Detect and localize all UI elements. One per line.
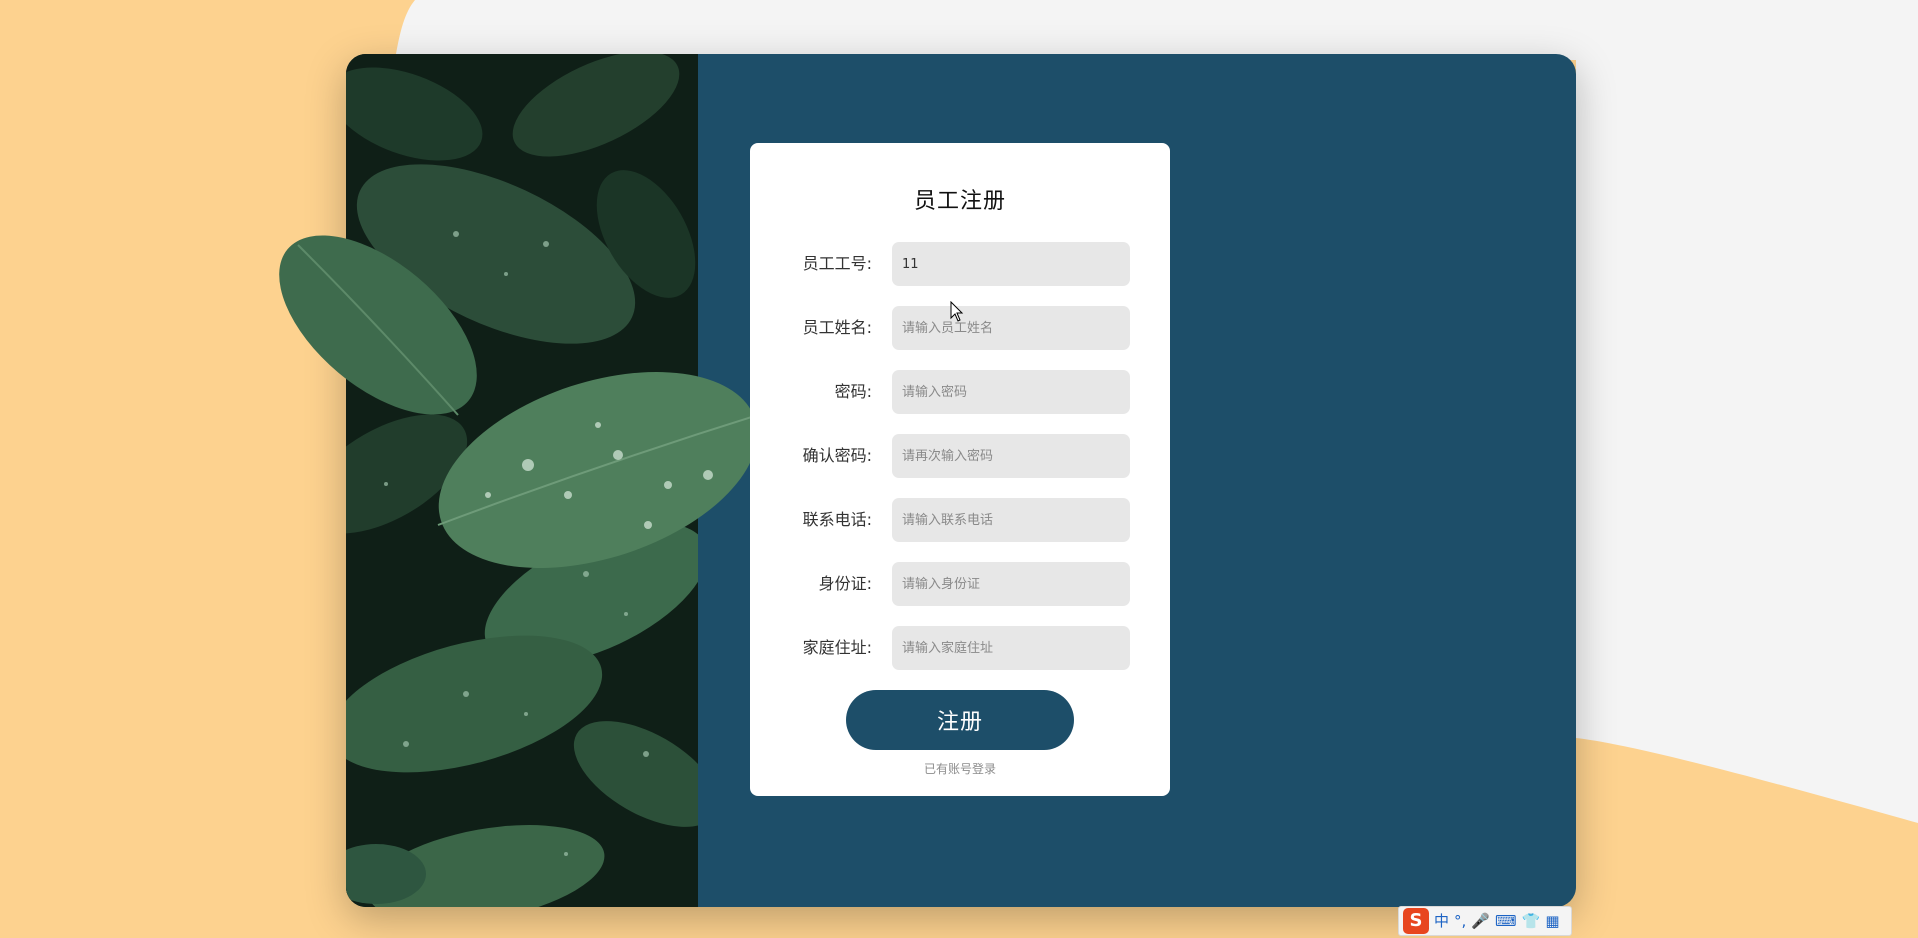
employee-name-label: 员工姓名: [802, 318, 872, 337]
password-label: 密码: [834, 382, 872, 401]
field-password: 密码: [750, 370, 1170, 414]
field-employee-id: 员工工号: [750, 242, 1170, 286]
register-button[interactable]: 注册 [846, 690, 1074, 750]
employee-id-label: 员工工号: [802, 254, 872, 273]
phone-input[interactable] [892, 498, 1130, 542]
field-confirm-password: 确认密码: [750, 434, 1170, 478]
microphone-icon[interactable]: 🎤 [1471, 907, 1490, 935]
address-input[interactable] [892, 626, 1130, 670]
id-card-label: 身份证: [818, 574, 872, 593]
punctuation-icon[interactable]: °, [1454, 907, 1466, 935]
employee-id-input[interactable] [892, 242, 1130, 286]
chinese-mode-icon[interactable]: 中 [1434, 907, 1449, 935]
sogou-logo-icon[interactable]: S [1403, 908, 1429, 934]
employee-name-input[interactable] [892, 306, 1130, 350]
address-label: 家庭住址: [802, 638, 872, 657]
id-card-input[interactable] [892, 562, 1130, 606]
mouse-cursor-icon [950, 301, 964, 322]
field-address: 家庭住址: [750, 626, 1170, 670]
toolbox-icon[interactable]: ▦ [1545, 907, 1559, 935]
keyboard-icon[interactable]: ⌨ [1495, 907, 1517, 935]
ime-toolbar: S 中 °, 🎤 ⌨ 👕 ▦ [1398, 906, 1572, 936]
confirm-password-label: 确认密码: [802, 446, 872, 465]
phone-label: 联系电话: [802, 510, 872, 529]
leaf-decoration [279, 235, 758, 569]
form-title: 员工注册 [913, 189, 1006, 214]
field-id-card: 身份证: [750, 562, 1170, 606]
password-input[interactable] [892, 370, 1130, 414]
register-form: 员工注册 员工工号: 员工姓名: 密码: 确认密码: 联系电话: 身份证: 家庭… [750, 143, 1170, 796]
field-phone: 联系电话: [750, 498, 1170, 542]
confirm-password-input[interactable] [892, 434, 1130, 478]
login-link[interactable]: 已有账号登录 [750, 760, 1170, 777]
skin-icon[interactable]: 👕 [1522, 907, 1541, 935]
